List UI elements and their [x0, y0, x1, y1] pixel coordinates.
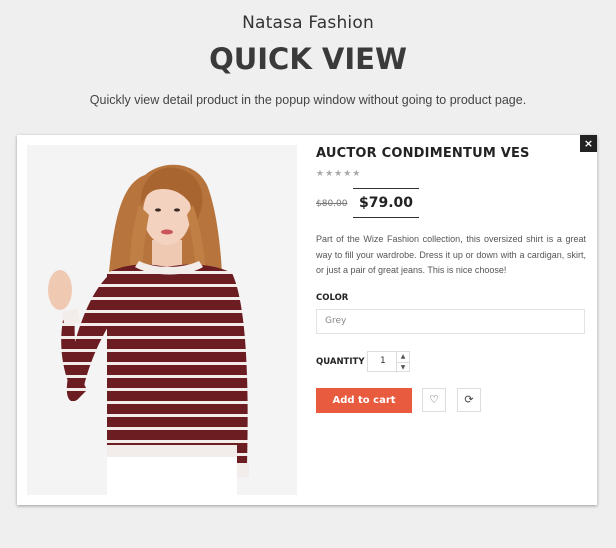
product-info: AUCTOR CONDIMENTUM VES ★★★★★ $80.00 $79.…: [316, 145, 586, 414]
brand-name: Natasa Fashion: [242, 13, 374, 33]
color-select[interactable]: Grey: [316, 308, 585, 334]
current-price: $79.00: [353, 188, 420, 218]
old-price: $80.00: [316, 199, 348, 209]
quantity-stepper[interactable]: 1 ▲ ▼: [367, 350, 410, 373]
wishlist-icon[interactable]: ♡: [422, 387, 446, 412]
compare-icon[interactable]: ⟳: [457, 387, 481, 412]
product-description: Part of the Wize Fashion collection, thi…: [316, 234, 586, 275]
model-photo: [27, 145, 297, 495]
rating-stars: ★★★★★: [316, 169, 362, 179]
page-subtitle: Quickly view detail product in the popup…: [89, 93, 527, 107]
page-heading: QUICK VIEW: [209, 42, 407, 76]
quantity-row: QUANTITY 1 ▲ ▼: [316, 350, 586, 373]
color-label: COLOR: [316, 292, 349, 303]
price-block: $80.00 $79.00: [316, 188, 586, 218]
action-row: Add to cart ♡ ⟳: [316, 387, 586, 414]
quantity-label: QUANTITY: [316, 356, 365, 367]
quantity-up-icon[interactable]: ▲: [396, 351, 409, 362]
quantity-down-icon[interactable]: ▼: [396, 361, 409, 373]
quantity-input[interactable]: 1: [380, 356, 386, 366]
product-image: [27, 145, 297, 495]
add-to-cart-button[interactable]: Add to cart: [316, 387, 412, 413]
product-title: AUCTOR CONDIMENTUM VES: [316, 146, 530, 161]
quick-view-popup: × AUCTOR CONDIMENTUM VES ★★★★★ $80.00 $7…: [17, 135, 597, 505]
